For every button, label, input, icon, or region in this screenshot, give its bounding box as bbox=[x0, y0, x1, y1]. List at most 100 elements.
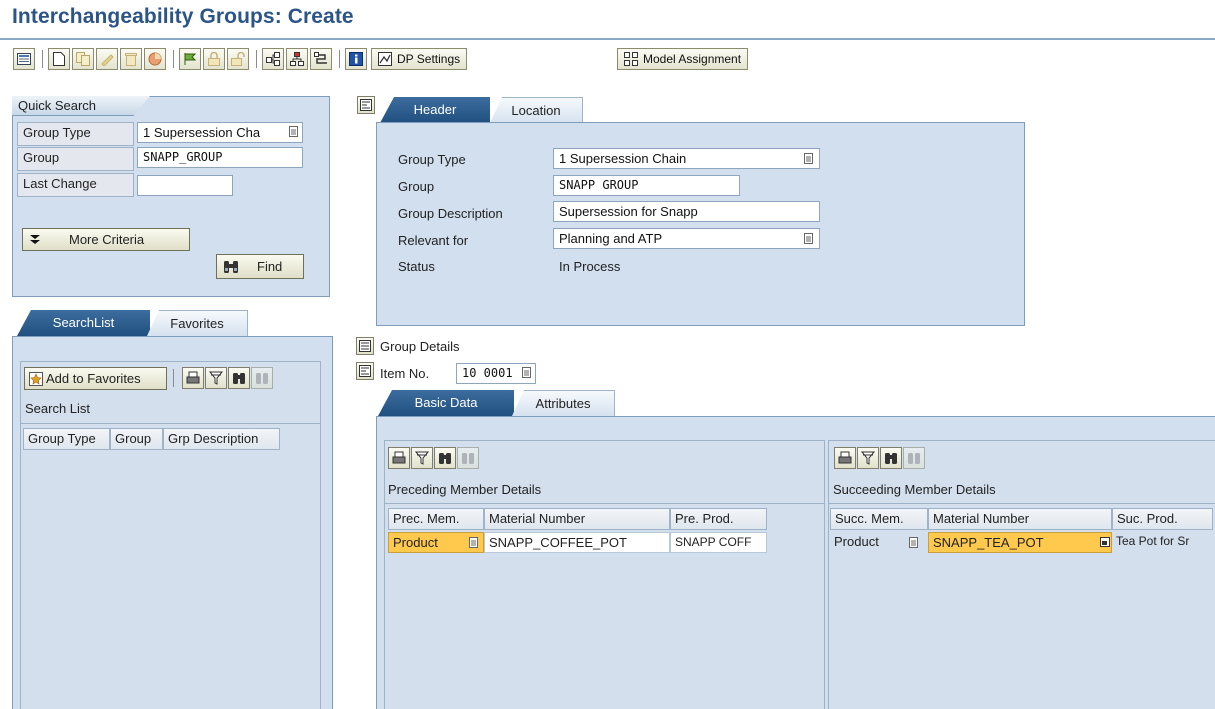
dropdown-icon[interactable] bbox=[289, 126, 298, 137]
qs-group-value: SNAPP_GROUP bbox=[143, 150, 223, 164]
tab-basic-data[interactable]: Basic Data bbox=[378, 390, 514, 416]
toolbar-separator bbox=[42, 50, 43, 68]
quick-search-title: Quick Search bbox=[18, 98, 97, 113]
col-group-type[interactable]: Group Type bbox=[23, 428, 110, 450]
print-icon[interactable] bbox=[182, 367, 204, 389]
find-icon[interactable] bbox=[434, 447, 456, 469]
hdr-group-type-value: 1 Supersession Chain bbox=[559, 151, 687, 166]
qs-group-type-select[interactable]: 1 Supersession Cha bbox=[137, 122, 303, 143]
edit-icon[interactable] bbox=[96, 48, 118, 70]
dropdown-icon[interactable] bbox=[909, 537, 918, 548]
print-icon[interactable] bbox=[834, 447, 856, 469]
filter-icon[interactable] bbox=[205, 367, 227, 389]
prec-prod-value: SNAPP COFF bbox=[675, 535, 752, 549]
find-next-icon[interactable] bbox=[903, 447, 925, 469]
tab-location[interactable]: Location bbox=[490, 97, 583, 123]
more-criteria-button[interactable]: More Criteria bbox=[22, 228, 190, 251]
qs-group-type-value: 1 Supersession Cha bbox=[143, 125, 261, 140]
delete-icon[interactable] bbox=[120, 48, 142, 70]
tab-attributes[interactable]: Attributes bbox=[512, 390, 615, 416]
preceding-table-area bbox=[384, 440, 825, 709]
hdr-status-value: In Process bbox=[559, 259, 621, 274]
tab-header[interactable]: Header bbox=[380, 97, 490, 123]
hierarchy-icon[interactable] bbox=[286, 48, 308, 70]
network-icon[interactable] bbox=[310, 48, 332, 70]
find-icon[interactable] bbox=[228, 367, 250, 389]
value-help-icon[interactable] bbox=[1100, 537, 1110, 547]
find-button[interactable]: Find bbox=[216, 254, 304, 279]
hdr-group-label: Group bbox=[398, 179, 435, 194]
toolbar-separator bbox=[256, 50, 257, 68]
check-icon[interactable] bbox=[179, 48, 201, 70]
print-icon[interactable] bbox=[388, 447, 410, 469]
hdr-group-type-label: Group Type bbox=[398, 152, 466, 167]
find-next-icon[interactable] bbox=[251, 367, 273, 389]
succ-material-value: SNAPP_TEA_POT bbox=[933, 535, 1044, 550]
filter-icon[interactable] bbox=[411, 447, 433, 469]
collapse-toggle-icon[interactable] bbox=[356, 362, 374, 380]
col-material-number[interactable]: Material Number bbox=[484, 508, 670, 530]
qs-last-change-label: Last Change bbox=[23, 176, 97, 191]
dropdown-icon[interactable] bbox=[804, 233, 813, 244]
toolbar-separator bbox=[339, 50, 340, 68]
toolbar-separator bbox=[173, 369, 174, 387]
filter-icon[interactable] bbox=[857, 447, 879, 469]
lock-icon[interactable] bbox=[203, 48, 225, 70]
succ-material-input[interactable]: SNAPP_TEA_POT bbox=[928, 532, 1112, 553]
find-next-icon[interactable] bbox=[457, 447, 479, 469]
qs-group-input[interactable]: SNAPP_GROUP bbox=[137, 147, 303, 168]
add-to-favorites-button[interactable]: Add to Favorites bbox=[24, 367, 167, 390]
binoculars-icon bbox=[224, 260, 238, 273]
hdr-relevant-label: Relevant for bbox=[398, 233, 469, 248]
hdr-group-type-select[interactable]: 1 Supersession Chain bbox=[553, 148, 820, 169]
col-grp-description[interactable]: Grp Description bbox=[163, 428, 280, 450]
hdr-status-label: Status bbox=[398, 259, 435, 274]
divider bbox=[384, 503, 825, 504]
hdr-description-input[interactable]: Supersession for Snapp bbox=[553, 201, 820, 222]
dp-settings-label: DP Settings bbox=[397, 52, 461, 66]
hdr-relevant-select[interactable]: Planning and ATP bbox=[553, 228, 820, 249]
unlock-icon[interactable] bbox=[227, 48, 249, 70]
dropdown-icon[interactable] bbox=[522, 367, 531, 378]
new-document-icon[interactable] bbox=[48, 48, 70, 70]
item-no-label: Item No. bbox=[380, 366, 430, 381]
model-icon bbox=[624, 52, 638, 66]
info-icon[interactable] bbox=[345, 48, 367, 70]
toolbar-separator bbox=[173, 50, 174, 68]
double-chevron-down-icon bbox=[30, 234, 40, 244]
hdr-group-input[interactable]: SNAPP GROUP bbox=[553, 175, 740, 196]
graphic-icon[interactable] bbox=[262, 48, 284, 70]
tab-searchlist[interactable]: SearchList bbox=[17, 310, 150, 336]
add-favorite-icon bbox=[29, 371, 43, 386]
page-title: Interchangeability Groups: Create bbox=[12, 5, 354, 28]
group-details-label: Group Details bbox=[380, 339, 460, 354]
collapse-toggle-icon[interactable] bbox=[357, 96, 375, 114]
col-succ-mem[interactable]: Succ. Mem. bbox=[830, 508, 928, 530]
qs-group-label: Group bbox=[23, 150, 60, 165]
model-assignment-button[interactable]: Model Assignment bbox=[617, 48, 749, 70]
expand-toggle-icon[interactable] bbox=[356, 337, 374, 355]
hdr-description-label: Group Description bbox=[398, 206, 503, 221]
add-to-favorites-label: Add to Favorites bbox=[46, 371, 141, 386]
cancel-icon[interactable] bbox=[144, 48, 166, 70]
col-group[interactable]: Group bbox=[110, 428, 163, 450]
col-material-number[interactable]: Material Number bbox=[928, 508, 1112, 530]
col-prec-mem[interactable]: Prec. Mem. bbox=[388, 508, 484, 530]
find-icon[interactable] bbox=[880, 447, 902, 469]
col-suc-prod[interactable]: Suc. Prod. bbox=[1112, 508, 1213, 530]
dp-settings-button[interactable]: DP Settings bbox=[371, 48, 468, 70]
prec-material-value: SNAPP_COFFEE_POT bbox=[489, 535, 627, 550]
prec-prod-cell: SNAPP COFF bbox=[670, 532, 767, 553]
qs-group-type-label: Group Type bbox=[23, 125, 91, 140]
overview-icon[interactable] bbox=[13, 48, 35, 70]
dropdown-icon[interactable] bbox=[469, 537, 478, 548]
settings-icon bbox=[378, 52, 392, 66]
dropdown-icon[interactable] bbox=[804, 153, 813, 164]
tab-favorites[interactable]: Favorites bbox=[147, 310, 248, 336]
qs-last-change-input[interactable] bbox=[137, 175, 233, 196]
prec-material-input[interactable]: SNAPP_COFFEE_POT bbox=[484, 532, 670, 553]
copy-icon[interactable] bbox=[72, 48, 94, 70]
col-pre-prod[interactable]: Pre. Prod. bbox=[670, 508, 767, 530]
preceding-title: Preceding Member Details bbox=[388, 482, 542, 497]
succ-prod-cell: Tea Pot for Sr bbox=[1112, 532, 1215, 553]
